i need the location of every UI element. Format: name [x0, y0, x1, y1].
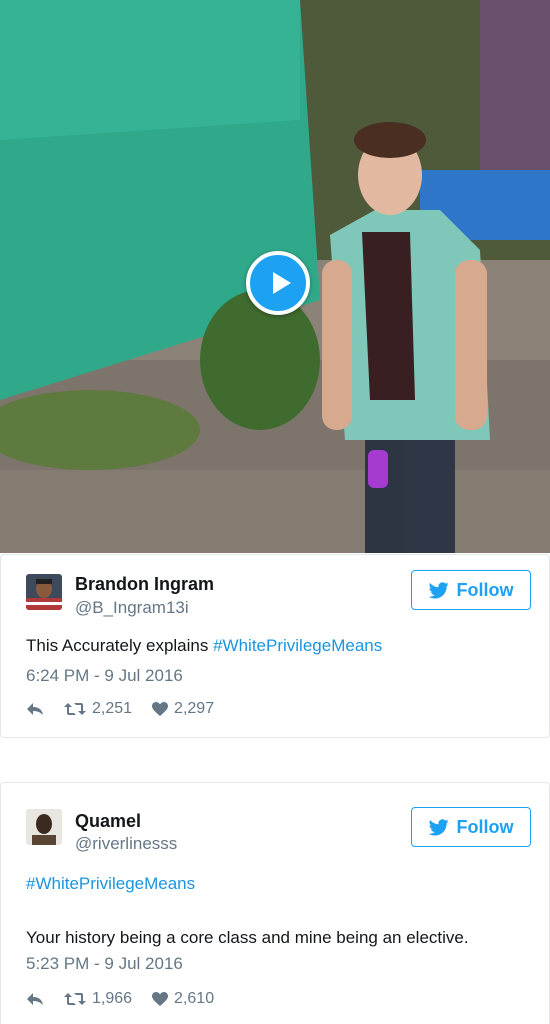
tweet-text: This Accurately explains #WhitePrivilege…	[26, 636, 382, 656]
twitter-bird-icon	[428, 818, 449, 835]
video-player[interactable]	[0, 0, 550, 553]
reply-button[interactable]	[26, 992, 44, 1006]
avatar[interactable]	[26, 574, 62, 610]
reply-button[interactable]	[26, 702, 44, 716]
retweet-icon	[64, 703, 86, 715]
like-count: 2,297	[174, 700, 215, 717]
heart-icon	[152, 991, 169, 1006]
tweet-actions: 1,966 2,610	[26, 990, 214, 1008]
retweet-count: 1,966	[92, 990, 133, 1007]
retweet-count: 2,251	[92, 700, 133, 717]
tweet-text-body: This Accurately explains	[26, 636, 214, 655]
follow-label: Follow	[456, 579, 514, 600]
user-handle[interactable]: @B_Ingram13i	[75, 598, 189, 618]
follow-button[interactable]: Follow	[411, 570, 531, 610]
heart-icon	[152, 701, 169, 716]
play-button[interactable]	[246, 251, 310, 315]
reply-icon	[27, 703, 43, 715]
like-button[interactable]: 2,297	[152, 700, 214, 718]
hashtag-link[interactable]: #WhitePrivilegeMeans	[213, 636, 382, 655]
twitter-bird-icon	[428, 581, 449, 598]
like-button[interactable]: 2,610	[152, 990, 214, 1008]
retweet-icon	[64, 993, 86, 1005]
tweet-timestamp[interactable]: 6:24 PM - 9 Jul 2016	[26, 666, 183, 686]
tweet-actions: 2,251 2,297	[26, 700, 214, 718]
tweet-text: Your history being a core class and mine…	[26, 928, 469, 947]
user-handle[interactable]: @riverlinesss	[75, 834, 177, 854]
tweet-card: Brandon Ingram @B_Ingram13i Follow This …	[0, 554, 550, 738]
play-icon	[273, 272, 291, 294]
display-name[interactable]: Quamel	[75, 811, 141, 832]
hashtag-link[interactable]: #WhitePrivilegeMeans	[26, 874, 195, 893]
tweet-hashtag-line: #WhitePrivilegeMeans	[26, 874, 195, 894]
tweet-card: Quamel @riverlinesss Follow #WhitePrivil…	[0, 782, 550, 1024]
tweet-timestamp[interactable]: 5:23 PM - 9 Jul 2016	[26, 954, 183, 974]
retweet-button[interactable]: 2,251	[64, 700, 132, 718]
display-name[interactable]: Brandon Ingram	[75, 574, 214, 595]
reply-icon	[27, 993, 43, 1005]
follow-button[interactable]: Follow	[411, 807, 531, 847]
retweet-button[interactable]: 1,966	[64, 990, 132, 1008]
like-count: 2,610	[174, 990, 215, 1007]
follow-label: Follow	[456, 816, 514, 837]
avatar[interactable]	[26, 809, 62, 845]
